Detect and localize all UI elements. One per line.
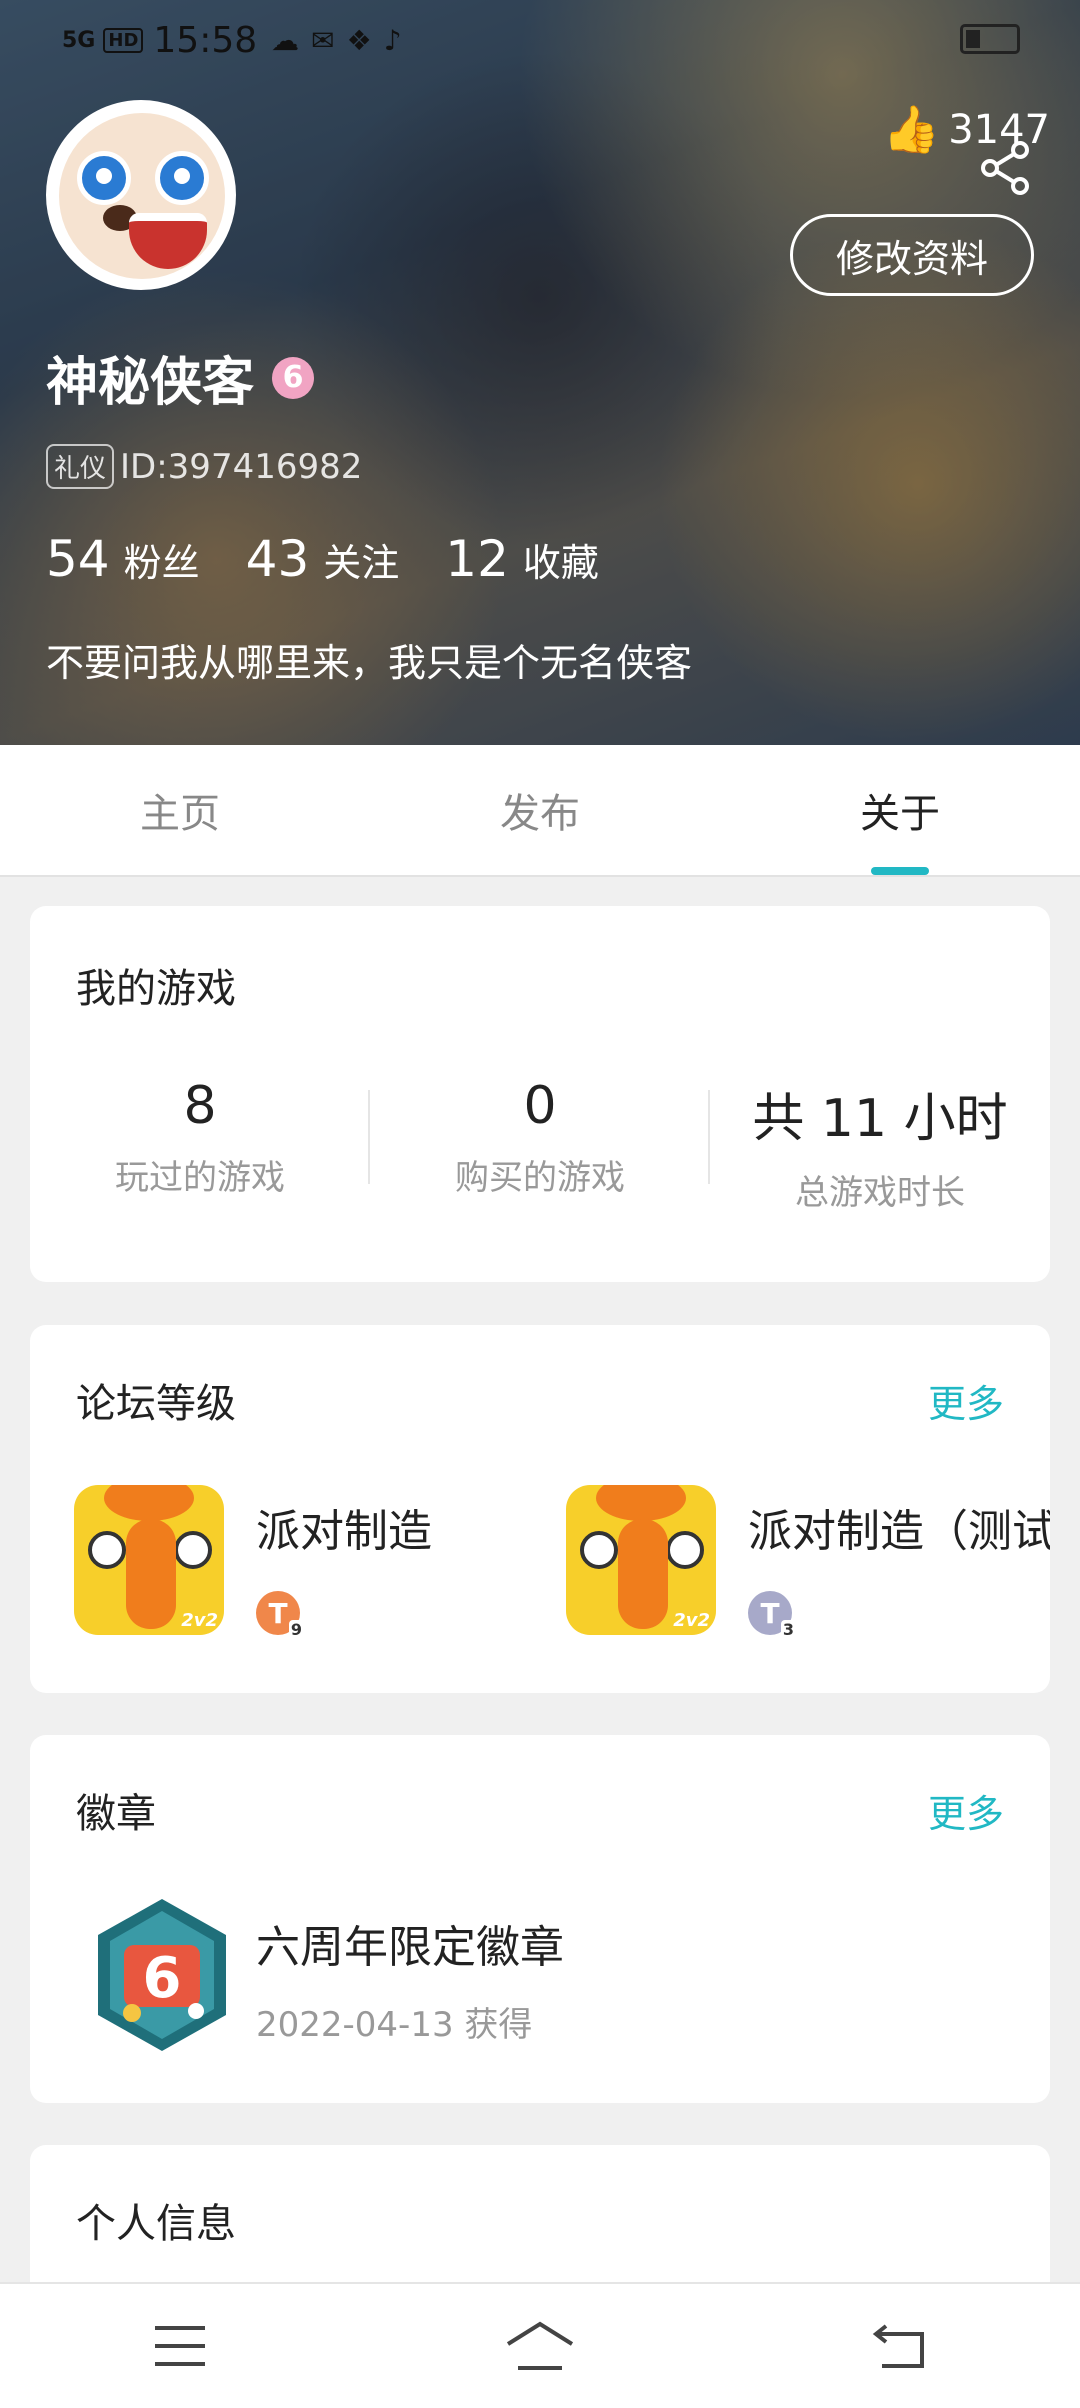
system-nav-bar	[0, 2282, 1080, 2408]
played-games-label: 玩过的游戏	[115, 1158, 285, 1198]
forum-item[interactable]: 2v2 派对制造 T 9	[74, 1485, 432, 1639]
following-count: 43	[245, 530, 310, 588]
play-time-label: 总游戏时长	[795, 1173, 965, 1213]
my-games-card: 我的游戏 8 玩过的游戏 0 购买的游戏 共 11 小时 总游戏时长	[30, 906, 1050, 1282]
forum-item[interactable]: 2v2 派对制造（测试 T 3	[566, 1485, 1050, 1639]
profile-stats: 54 粉丝 43 关注 12 收藏	[46, 530, 645, 588]
personal-info-card: 个人信息	[30, 2145, 1050, 2305]
following-stat[interactable]: 43 关注	[246, 530, 400, 588]
home-button[interactable]	[360, 2284, 720, 2408]
favorites-stat[interactable]: 12 收藏	[445, 530, 599, 588]
tab-posts[interactable]: 发布	[360, 745, 720, 875]
following-label: 关注	[323, 541, 400, 585]
favorites-label: 收藏	[522, 541, 599, 585]
thumbs-up-icon: 👍	[882, 102, 941, 156]
forum-name: 派对制造（测试	[748, 1506, 1050, 1557]
purchased-games-stat[interactable]: 0 购买的游戏	[370, 1076, 710, 1214]
purchased-games-value: 0	[523, 1076, 557, 1136]
user-id: ID:397416982	[120, 446, 363, 487]
game-icon-tag: 2v2	[673, 1610, 710, 1631]
forum-name: 派对制造	[256, 1506, 432, 1557]
followers-count: 54	[46, 530, 110, 588]
edit-profile-button[interactable]: 修改资料	[790, 214, 1034, 296]
forum-level-card: 论坛等级 更多 2v2 派对制造 T 9 2v2 派对制造（测试 T 3	[30, 1325, 1050, 1693]
tab-home[interactable]: 主页	[0, 745, 360, 875]
badges-more-link[interactable]: 更多	[928, 1783, 1004, 1838]
back-icon	[872, 2324, 924, 2368]
forum-more-link[interactable]: 更多	[928, 1373, 1004, 1428]
badge-date: 2022-04-13 获得	[256, 2005, 533, 2045]
rank-letter: T	[268, 1596, 288, 1630]
anniversary-badge-icon[interactable]: 6	[92, 1895, 232, 2055]
play-time-stat[interactable]: 共 11 小时 总游戏时长	[710, 1076, 1050, 1214]
game-icon: 2v2	[74, 1485, 224, 1635]
profile-header: 5G HD 15:58 ☁ ✉ ❖ ♪ 👍 3147 修改资料 神秘侠客 6 礼…	[0, 0, 1080, 745]
avatar[interactable]	[46, 100, 236, 290]
followers-label: 粉丝	[123, 541, 200, 585]
bio: 不要问我从哪里来，我只是个无名侠客	[46, 641, 693, 685]
forum-level-title: 论坛等级	[76, 1381, 236, 1427]
share-icon[interactable]	[976, 138, 1036, 198]
played-games-value: 8	[183, 1076, 217, 1136]
etiquette-tag[interactable]: 礼仪	[46, 444, 115, 489]
tab-about[interactable]: 关于	[720, 745, 1080, 875]
rank-badge-icon: T 9	[256, 1591, 304, 1639]
rank-level: 9	[288, 1620, 304, 1639]
rank-badge-icon: T 3	[748, 1591, 796, 1639]
nickname: 神秘侠客 6	[46, 340, 315, 415]
followers-stat[interactable]: 54 粉丝	[46, 530, 200, 588]
purchased-games-label: 购买的游戏	[455, 1158, 625, 1198]
level-badge[interactable]: 6	[272, 356, 315, 399]
nickname-text: 神秘侠客	[46, 353, 255, 413]
menu-icon	[155, 2326, 205, 2366]
svg-text:6: 6	[143, 1946, 182, 2011]
my-games-title: 我的游戏	[76, 966, 236, 1012]
rank-level: 3	[780, 1620, 796, 1639]
play-time-value: 共 11 小时	[752, 1089, 1008, 1149]
profile-tabs: 主页 发布 关于	[0, 745, 1080, 877]
rank-letter: T	[760, 1596, 780, 1630]
personal-info-title: 个人信息	[76, 2201, 236, 2247]
game-icon: 2v2	[566, 1485, 716, 1635]
game-icon-tag: 2v2	[181, 1610, 218, 1631]
badges-card: 徽章 更多 6 六周年限定徽章 2022-04-13 获得	[30, 1735, 1050, 2103]
badges-title: 徽章	[76, 1791, 156, 1837]
menu-button[interactable]	[0, 2284, 360, 2408]
user-id-row: 礼仪 ID:397416982	[46, 444, 362, 489]
badge-name: 六周年限定徽章	[256, 1922, 564, 1973]
played-games-stat[interactable]: 8 玩过的游戏	[30, 1076, 370, 1214]
favorites-count: 12	[445, 530, 509, 588]
game-stats: 8 玩过的游戏 0 购买的游戏 共 11 小时 总游戏时长	[30, 1076, 1050, 1214]
back-button[interactable]	[720, 2284, 1080, 2408]
home-icon	[506, 2321, 574, 2370]
